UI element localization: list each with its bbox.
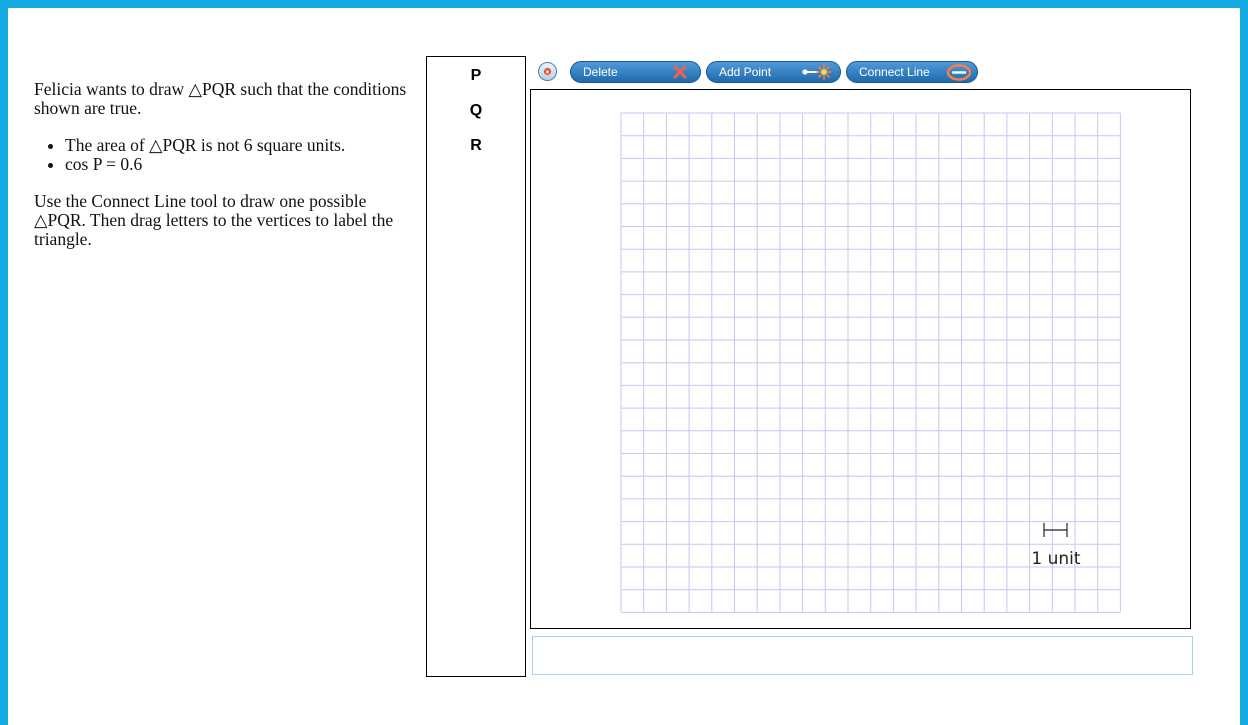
- label-p[interactable]: P: [427, 67, 525, 85]
- grid-area[interactable]: 1 unit: [531, 90, 1190, 628]
- delete-button[interactable]: Delete: [570, 61, 701, 83]
- question-instruction: Use the Connect Line tool to draw one po…: [34, 191, 394, 249]
- unit-scale-label: 1 unit: [1031, 549, 1080, 569]
- connect-line-button[interactable]: Connect Line: [846, 61, 978, 83]
- grid: [620, 112, 1121, 613]
- point-icon: [802, 64, 832, 80]
- label-q[interactable]: Q: [427, 102, 525, 120]
- conditions-list: The area of △PQR is not 6 square units. …: [34, 136, 414, 174]
- unit-scale: 1 unit: [1031, 523, 1081, 569]
- add-point-label: Add Point: [719, 65, 772, 79]
- label-bank: P Q R: [426, 56, 526, 677]
- condition-item: cos P = 0.6: [65, 155, 414, 174]
- question-text: Felicia wants to draw △PQR such that the…: [34, 80, 414, 267]
- line-icon: [946, 64, 972, 81]
- pointer-icon: [543, 67, 552, 76]
- answer-area[interactable]: [532, 636, 1193, 675]
- add-point-button[interactable]: Add Point: [706, 61, 841, 83]
- drawing-canvas[interactable]: 1 unit: [530, 89, 1191, 629]
- delete-label: Delete: [583, 65, 618, 79]
- x-icon: [673, 65, 687, 79]
- label-r[interactable]: R: [427, 137, 525, 155]
- question-intro: Felicia wants to draw △PQR such that the…: [34, 79, 407, 118]
- condition-item: The area of △PQR is not 6 square units.: [65, 136, 414, 155]
- pointer-button[interactable]: [538, 62, 557, 81]
- connect-line-label: Connect Line: [859, 65, 930, 79]
